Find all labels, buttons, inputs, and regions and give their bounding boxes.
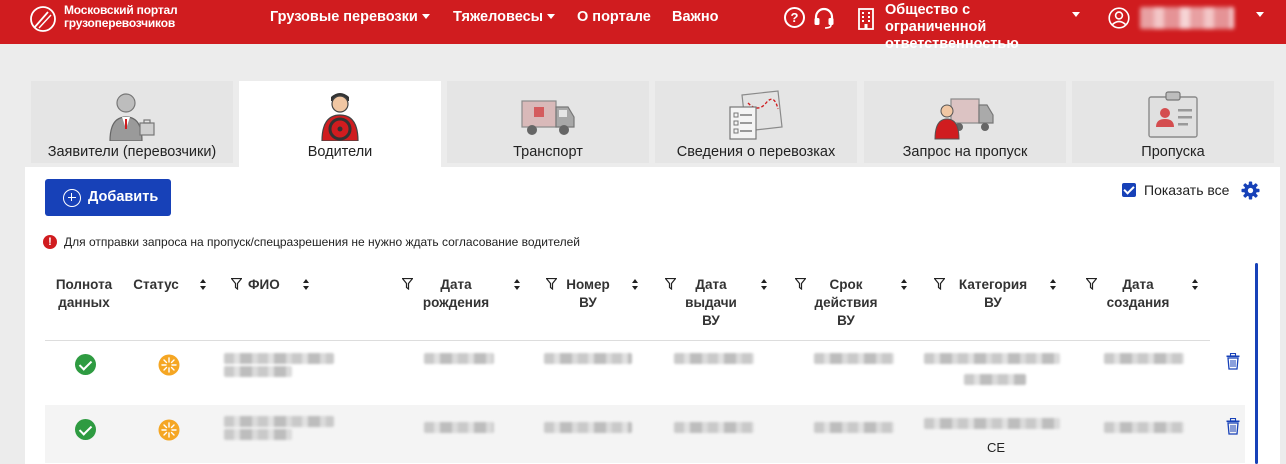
- redacted-birth-date: [424, 422, 494, 433]
- building-icon: [858, 8, 874, 30]
- col-header-birth-date[interactable]: Дата рождения: [416, 276, 496, 312]
- tab-transport[interactable]: Транспорт: [447, 81, 649, 163]
- col-header-completeness: Полнота данных: [55, 277, 113, 310]
- nav-heavy-transport-label: Тяжеловесы: [453, 9, 544, 25]
- tab-drivers-label: Водители: [307, 144, 373, 160]
- user-icon[interactable]: [1108, 7, 1130, 29]
- filter-icon[interactable]: [795, 278, 806, 290]
- table-scrollbar[interactable]: [1255, 263, 1258, 464]
- redacted-full-name: [224, 416, 334, 427]
- redacted-issue-date: [674, 353, 754, 364]
- col-header-license-issue-date[interactable]: Дата выдачи ВУ: [682, 276, 740, 330]
- sort-icon[interactable]: [303, 279, 311, 290]
- filter-icon[interactable]: [402, 278, 413, 290]
- tab-passes[interactable]: Пропуска: [1072, 81, 1274, 163]
- redacted-category: [924, 353, 1060, 364]
- trash-icon[interactable]: [1226, 418, 1240, 435]
- chevron-down-icon[interactable]: [1256, 12, 1264, 17]
- warning-icon: !: [43, 235, 57, 249]
- check-circle-icon: [75, 419, 96, 440]
- redacted-expiry-date: [814, 422, 894, 433]
- redacted-created-date: [1104, 353, 1184, 364]
- id-card-icon: [1148, 91, 1198, 138]
- col-header-full-name[interactable]: ФИО: [248, 276, 288, 294]
- businessman-icon: [109, 93, 155, 141]
- sort-icon[interactable]: [1192, 279, 1200, 290]
- nav-cargo-transport[interactable]: Грузовые перевозки: [270, 9, 430, 25]
- nav-cargo-transport-label: Грузовые перевозки: [270, 9, 418, 25]
- plus-circle-icon: [63, 189, 81, 207]
- tab-applicants[interactable]: Заявители (перевозчики): [31, 81, 233, 163]
- add-button[interactable]: Добавить: [45, 179, 171, 216]
- filter-icon[interactable]: [1086, 278, 1097, 290]
- tab-transport-label: Транспорт: [513, 144, 583, 160]
- col-header-license-category[interactable]: Категория ВУ: [950, 276, 1036, 312]
- redacted-full-name: [224, 429, 292, 440]
- tab-drivers[interactable]: Водители: [239, 81, 441, 167]
- redacted-birth-date: [424, 353, 494, 364]
- chevron-down-icon: [421, 13, 430, 19]
- license-category-value: CE: [987, 440, 1006, 455]
- nav-important[interactable]: Важно: [672, 9, 718, 25]
- user-name-redacted[interactable]: [1140, 7, 1234, 29]
- col-header-status[interactable]: Статус: [128, 276, 184, 294]
- organization-name[interactable]: Общество с ограниченной ответственностью: [885, 2, 1065, 53]
- filter-icon[interactable]: [546, 278, 557, 290]
- brand-name[interactable]: Московский портал грузоперевозчиков: [64, 4, 204, 30]
- filter-icon[interactable]: [665, 278, 676, 290]
- tab-passes-label: Пропуска: [1141, 144, 1205, 160]
- pending-status-icon: [158, 354, 180, 376]
- route-documents-icon: [729, 90, 783, 140]
- redacted-full-name: [224, 366, 292, 377]
- notice-text: Для отправки запроса на пропуск/спецразр…: [64, 235, 581, 249]
- redacted-expiry-date: [814, 353, 894, 364]
- top-header: Московский портал грузоперевозчиков Груз…: [0, 0, 1286, 52]
- check-circle-icon: [75, 354, 96, 375]
- redacted-category: [924, 418, 1060, 429]
- tab-transport-info-label: Сведения о перевозках: [676, 144, 836, 160]
- col-header-license-number[interactable]: Номер ВУ: [560, 276, 616, 312]
- truck-icon: [521, 100, 575, 135]
- trash-icon[interactable]: [1226, 353, 1240, 370]
- truck-driver-icon: [934, 98, 994, 140]
- tab-pass-request[interactable]: Запрос на пропуск: [864, 81, 1066, 163]
- show-all-checkbox[interactable]: [1122, 183, 1136, 197]
- tab-applicants-label: Заявители (перевозчики): [47, 144, 217, 160]
- sort-icon[interactable]: [761, 279, 769, 290]
- redacted-license-number: [544, 353, 632, 364]
- pending-status-icon: [158, 419, 180, 441]
- sort-icon[interactable]: [514, 279, 522, 290]
- sort-icon[interactable]: [901, 279, 909, 290]
- nav-about[interactable]: О портале: [577, 9, 651, 25]
- sort-icon[interactable]: [200, 279, 208, 290]
- nav-heavy-transport[interactable]: Тяжеловесы: [453, 9, 556, 25]
- redacted-full-name: [224, 353, 334, 364]
- show-all-label[interactable]: Показать все: [1144, 182, 1229, 198]
- headset-icon[interactable]: [813, 6, 835, 30]
- tab-pass-request-label: Запрос на пропуск: [902, 144, 1028, 160]
- driver-icon: [321, 93, 359, 141]
- redacted-category: [964, 374, 1026, 385]
- logo-icon[interactable]: [28, 4, 58, 34]
- filter-icon[interactable]: [231, 278, 242, 290]
- sort-icon[interactable]: [1050, 279, 1058, 290]
- chevron-down-icon: [547, 13, 556, 19]
- tab-transport-info[interactable]: Сведения о перевозках: [655, 81, 857, 163]
- filter-icon[interactable]: [934, 278, 945, 290]
- help-icon[interactable]: ?: [784, 7, 805, 28]
- col-header-created-date[interactable]: Дата создания: [1102, 276, 1174, 312]
- gear-icon[interactable]: [1241, 181, 1260, 200]
- add-button-label: Добавить: [88, 189, 159, 205]
- redacted-created-date: [1104, 422, 1184, 433]
- chevron-down-icon[interactable]: [1072, 12, 1080, 17]
- redacted-issue-date: [674, 422, 754, 433]
- sort-icon[interactable]: [632, 279, 640, 290]
- col-header-license-expiry[interactable]: Срок действия ВУ: [810, 276, 882, 330]
- redacted-license-number: [544, 422, 632, 433]
